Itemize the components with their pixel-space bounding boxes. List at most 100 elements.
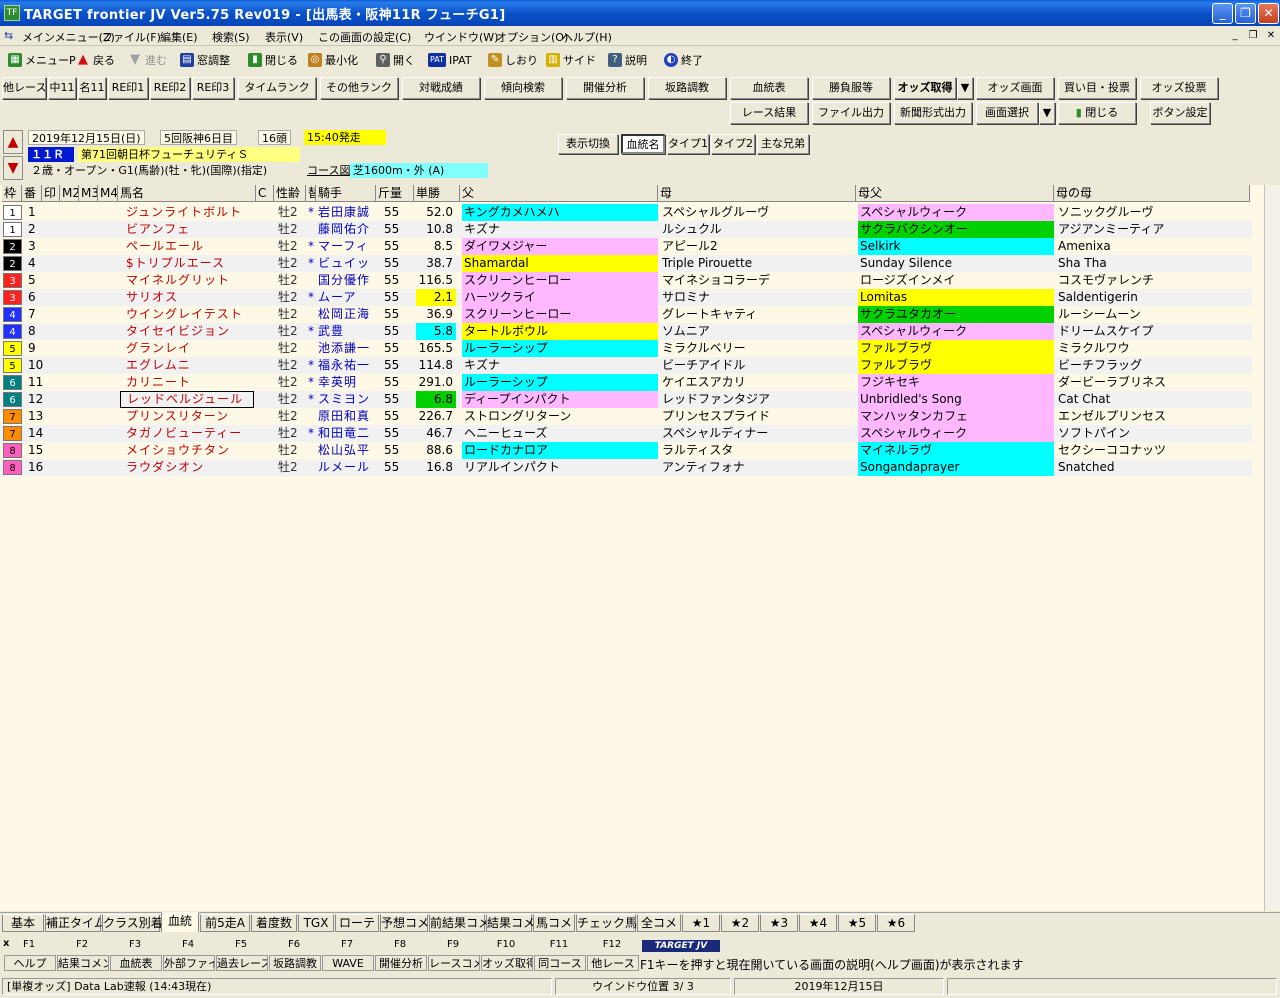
column-header-m2[interactable]: M2: [60, 185, 79, 202]
fkey-button-f10[interactable]: オッズ取得: [481, 955, 533, 971]
view-type1-button[interactable]: タイプ1: [667, 134, 709, 154]
column-header-sex[interactable]: 性齢: [274, 185, 306, 202]
menu-file[interactable]: ファイル(F): [102, 29, 161, 45]
fkey-button-f2[interactable]: 結果コメント: [57, 955, 109, 971]
column-header-name[interactable]: 馬名: [118, 185, 256, 202]
toolbar-menu-p[interactable]: ▦ メニューP: [8, 50, 76, 70]
slope-training-button[interactable]: 坂路調教: [648, 77, 726, 99]
odds-fetch-dropdown[interactable]: ▼: [957, 77, 973, 99]
menu-main[interactable]: メインメニュー(Z): [22, 29, 115, 45]
menu-window[interactable]: ウインドウ(W): [424, 29, 498, 45]
tab-1[interactable]: 補正タイム: [45, 914, 106, 932]
other-rank-button[interactable]: その他ランク: [320, 77, 398, 99]
table-row[interactable]: 3 5 マイネルグリット 牡2 国分優作 55 116.5 スクリーンヒーロー マイネショコラー…: [0, 272, 1252, 289]
table-row[interactable]: 3 6 サリオス 牡2 * ムーア 55 2.1 ハーツクライ サロミナ Lomitas Salden…: [0, 289, 1252, 306]
tab-11[interactable]: 馬コメ: [533, 914, 575, 932]
silks-button[interactable]: 勝負服等: [812, 77, 890, 99]
tab-16[interactable]: ★3: [760, 914, 798, 932]
column-header-odds[interactable]: 単勝: [414, 185, 460, 202]
fkey-button-f7[interactable]: WAVE: [322, 955, 374, 971]
fkey-button-f12[interactable]: 他レース: [587, 955, 639, 971]
column-header-num[interactable]: 番: [22, 185, 42, 202]
fkey-button-f6[interactable]: 坂路調教: [269, 955, 321, 971]
fkey-button-f4[interactable]: 外部ファイル: [163, 955, 215, 971]
tab-13[interactable]: 全コメ: [637, 914, 681, 932]
toolbar-ipat[interactable]: PAT IPAT: [428, 50, 472, 70]
close-button[interactable]: ✕: [1258, 3, 1279, 24]
tab-14[interactable]: ★1: [682, 914, 720, 932]
menu-view[interactable]: 表示(V): [265, 29, 303, 45]
column-header-dam[interactable]: 母: [658, 185, 856, 202]
tab-5[interactable]: 着度数: [251, 914, 297, 932]
tab-17[interactable]: ★4: [799, 914, 837, 932]
other-race-button[interactable]: 他レース: [2, 77, 46, 99]
toolbar-open[interactable]: ⚲ 開く: [376, 50, 415, 70]
mdi-close-button[interactable]: ✕: [1264, 29, 1278, 43]
table-row[interactable]: 1 2 ビアンフェ 牡2 藤岡佑介 55 10.8 キズナ ルシュクル サクラバクシンオー アジアン…: [0, 221, 1252, 238]
column-header-bms[interactable]: 母父: [856, 185, 1054, 202]
column-header-sire[interactable]: 父: [460, 185, 658, 202]
screen-select-dropdown[interactable]: ▼: [1039, 102, 1055, 124]
tab-9[interactable]: 前結果コメ: [429, 914, 490, 932]
fkey-button-f8[interactable]: 開催分析: [375, 955, 427, 971]
column-header-weight[interactable]: 斤量: [376, 185, 414, 202]
table-row[interactable]: 2 4 $トリプルエース 牡2 * ビュイッ 55 38.7 Shamardal Triple P…: [0, 255, 1252, 272]
close-screen-button[interactable]: ▮ 閉じる: [1058, 102, 1136, 124]
tab-10[interactable]: 結果コメ: [486, 914, 535, 932]
column-header-waku[interactable]: 枠: [2, 185, 22, 202]
re-mark3-button[interactable]: RE印3: [192, 77, 234, 99]
toolbar-exit[interactable]: ◐ 終了: [664, 50, 703, 70]
document-icon[interactable]: ⇆: [4, 29, 18, 43]
menu-help[interactable]: ヘルプ(H): [562, 29, 612, 45]
tab-15[interactable]: ★2: [721, 914, 759, 932]
time-rank-button[interactable]: タイムランク: [238, 77, 316, 99]
mei11-button[interactable]: 名11: [78, 77, 106, 99]
fkey-button-f9[interactable]: レースコメント: [428, 955, 480, 971]
table-row[interactable]: 2 3 ペールエール 牡2 * マーフィ 55 8.5 ダイワメジャー アピール2 Selkirk A…: [0, 238, 1252, 255]
view-type2-button[interactable]: タイプ2: [711, 134, 755, 154]
table-row[interactable]: 4 7 ウイングレイテスト 牡2 松岡正海 55 36.9 スクリーンヒーロー グレートキャティ…: [0, 306, 1252, 323]
tab-19[interactable]: ★6: [877, 914, 915, 932]
table-row[interactable]: 6 11 カリニート 牡2 * 幸英明 55 291.0 ルーラーシップ ケイエスアカリ フジキセキ…: [0, 374, 1252, 391]
fkey-button-f11[interactable]: 同コース: [534, 955, 586, 971]
tab-8[interactable]: 予想コメ: [380, 914, 429, 932]
screen-select-button[interactable]: 画面選択: [976, 102, 1038, 124]
column-header-m3[interactable]: M3: [79, 185, 98, 202]
mdi-minimize-button[interactable]: _: [1228, 29, 1242, 43]
column-header-m4[interactable]: M4: [98, 185, 118, 202]
fkey-button-f3[interactable]: 血統表: [110, 955, 162, 971]
table-row[interactable]: 7 13 プリンスリターン 牡2 原田和真 55 226.7 ストロングリターン プリンセスプラ…: [0, 408, 1252, 425]
table-row[interactable]: 6 12 レッドベルジュール 牡2 * スミヨン 55 6.8 ディープインパクト レッドファンタ…: [0, 391, 1252, 408]
tab-6[interactable]: TGX: [298, 914, 334, 932]
table-row[interactable]: 1 1 ジュンライトボルト 牡2 * 岩田康誠 55 52.0 キングカメハメハ スペシャルグルー…: [0, 204, 1252, 221]
table-row[interactable]: 8 16 ラウダシオン 牡2 ルメール 55 16.8 リアルインパクト アンティフォナ Song…: [0, 459, 1252, 476]
toolbar-window-adjust[interactable]: ▤ 窓調整: [180, 50, 230, 70]
bet-vote-button[interactable]: 買い目・投票: [1058, 77, 1136, 99]
re-mark2-button[interactable]: RE印2: [150, 77, 190, 99]
table-row[interactable]: 5 9 グランレイ 牡2 池添謙一 55 165.5 ルーラーシップ ミラクルベリー ファルブラヴ…: [0, 340, 1252, 357]
table-row[interactable]: 5 10 エグレムニ 牡2 * 福永祐一 55 114.8 キズナ ビーチアイドル ファルブラヴ ビー…: [0, 357, 1252, 374]
column-header-damdam[interactable]: 母の母: [1054, 185, 1250, 202]
toolbar-bookmark[interactable]: ✎ しおり: [488, 50, 538, 70]
table-row[interactable]: 7 14 タガノビューティー 牡2 * 和田竜二 55 46.7 ヘニーヒューズ スペシャルディナ…: [0, 425, 1252, 442]
column-header-jockey[interactable]: 騎手: [316, 185, 376, 202]
mdi-restore-button[interactable]: ❐: [1246, 29, 1260, 43]
course-map-link[interactable]: コース図: [304, 163, 353, 178]
newspaper-output-button[interactable]: 新聞形式出力: [894, 102, 972, 124]
menu-edit[interactable]: 編集(E): [160, 29, 198, 45]
minimize-button[interactable]: _: [1212, 3, 1233, 24]
race-result-button[interactable]: レース結果: [730, 102, 808, 124]
menu-screen-settings[interactable]: この画面の設定(C): [318, 29, 411, 45]
column-header-mark[interactable]: 印: [42, 185, 60, 202]
maximize-button[interactable]: ❐: [1235, 3, 1256, 24]
tab-18[interactable]: ★5: [838, 914, 876, 932]
prev-race-button[interactable]: ▲: [3, 130, 23, 154]
table-row[interactable]: 8 15 メイショウチタン 牡2 松山弘平 55 88.6 ロードカナロア ラルティスタ マイネル…: [0, 442, 1252, 459]
column-header-c[interactable]: C: [256, 185, 274, 202]
menu-options[interactable]: オプション(O): [496, 29, 568, 45]
tab-0[interactable]: 基本: [2, 914, 44, 932]
menu-search[interactable]: 検索(S): [212, 29, 250, 45]
display-toggle-button[interactable]: 表示切換: [558, 134, 618, 154]
match-record-button[interactable]: 対戦成績: [402, 77, 480, 99]
tab-2[interactable]: クラス別着: [102, 914, 163, 932]
